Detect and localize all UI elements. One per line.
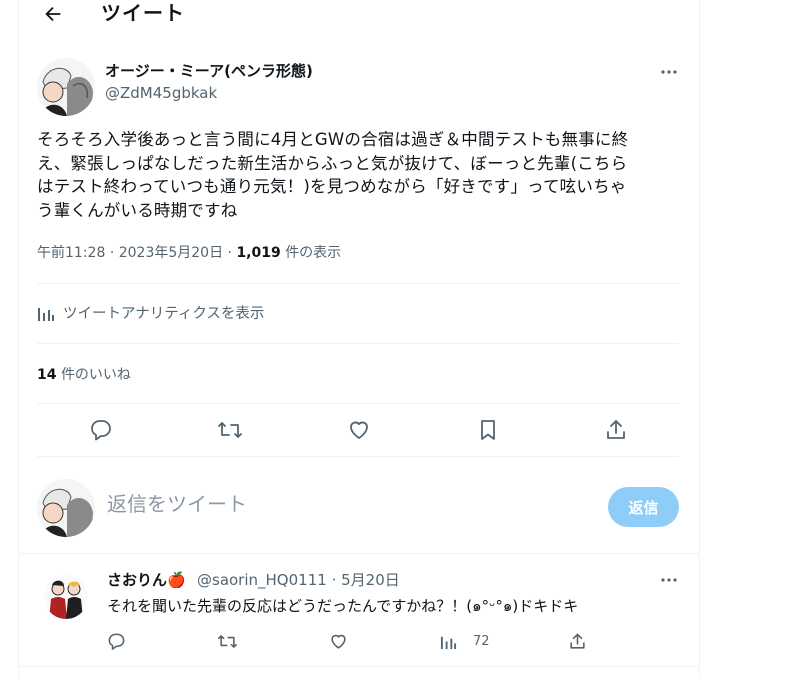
- apple-emoji: 🍎: [167, 571, 186, 589]
- reply-more-options-button[interactable]: [655, 570, 683, 590]
- analytics-label: ツイートアナリティクスを表示: [63, 306, 265, 322]
- reply-input[interactable]: [107, 492, 577, 516]
- likes-stat[interactable]: 14 件のいいね: [37, 364, 131, 384]
- reply-action-button[interactable]: [84, 413, 118, 447]
- tweet-text: そろそろ入学後あっと言う間に4月とGWの合宿は過ぎ＆中間テストも無事に終 え、緊…: [37, 130, 629, 220]
- tweet-meta: 午前11:28 · 2023年5月20日 · 1,019 件の表示: [37, 242, 341, 262]
- meta-separator: ·: [227, 245, 232, 261]
- divider: [37, 343, 679, 344]
- reply-share-button[interactable]: [568, 629, 587, 653]
- reply-date[interactable]: 5月20日: [341, 571, 400, 589]
- reply-author-name-text: さおりん: [107, 571, 168, 589]
- reply-author-meta: @saorin_HQ0111 · 5月20日: [197, 569, 400, 590]
- divider: [37, 456, 679, 457]
- views-count: 1,019: [236, 245, 281, 261]
- likes-label: 件のいいね: [60, 367, 131, 383]
- share-icon: [607, 420, 625, 439]
- reply-author-handle[interactable]: @saorin_HQ0111: [197, 571, 327, 589]
- reply-views-count: 72: [473, 633, 490, 649]
- retweet-action-button[interactable]: [213, 413, 247, 447]
- back-button[interactable]: [37, 0, 69, 30]
- reply-like-button[interactable]: [329, 629, 348, 653]
- divider: [37, 403, 679, 404]
- author-avatar[interactable]: [37, 58, 95, 116]
- tweet-date[interactable]: 2023年5月20日: [119, 245, 223, 261]
- bookmark-action-button[interactable]: [471, 413, 505, 447]
- current-user-avatar[interactable]: [37, 479, 95, 537]
- reply-author-avatar[interactable]: [44, 575, 88, 619]
- page-title: ツイート: [101, 1, 185, 25]
- meta-separator: ·: [109, 245, 115, 261]
- analytics-icon: [38, 307, 54, 321]
- views-label: 件の表示: [285, 245, 342, 261]
- arrow-left-icon: [45, 6, 61, 22]
- divider: [19, 666, 699, 667]
- author-name[interactable]: オージー・ミーア(ペンラ形態): [105, 60, 313, 81]
- reply-submit-button[interactable]: 返信: [608, 487, 679, 527]
- heart-icon: [331, 634, 346, 649]
- retweet-icon: [218, 634, 237, 648]
- likes-count: 14: [37, 367, 57, 383]
- reply-icon: [91, 420, 111, 441]
- more-horizontal-icon: [661, 578, 677, 582]
- more-horizontal-icon: [661, 70, 677, 74]
- reply-retweet-button[interactable]: [217, 629, 238, 653]
- retweet-icon: [218, 422, 242, 438]
- share-icon: [570, 633, 585, 649]
- tweet-analytics-link[interactable]: ツイートアナリティクスを表示: [37, 302, 264, 323]
- reply-reply-button[interactable]: [107, 629, 126, 653]
- author-handle[interactable]: @ZdM45gbkak: [105, 84, 217, 102]
- reply-icon: [108, 633, 125, 650]
- analytics-icon: [440, 636, 457, 649]
- reply-text: それを聞いた先輩の反応はどうだったんですかね？！(๑°ᵕ°๑)ドキドキ: [107, 597, 579, 615]
- section-divider: [19, 553, 699, 562]
- tweet-time[interactable]: 午前11:28: [37, 245, 105, 261]
- more-options-button[interactable]: [655, 62, 683, 82]
- divider: [37, 283, 679, 284]
- bookmark-icon: [481, 420, 495, 440]
- like-action-button[interactable]: [342, 413, 376, 447]
- share-action-button[interactable]: [599, 413, 633, 447]
- heart-icon: [350, 421, 368, 439]
- main-column: ツイート オージー・ミーア(ペンラ形態) @ZdM45gbkak そろそろ入学後…: [18, 0, 700, 678]
- meta-separator: ·: [331, 571, 337, 589]
- reply-views-button[interactable]: 72: [440, 629, 490, 653]
- reply-author-name[interactable]: さおりん🍎: [107, 569, 186, 590]
